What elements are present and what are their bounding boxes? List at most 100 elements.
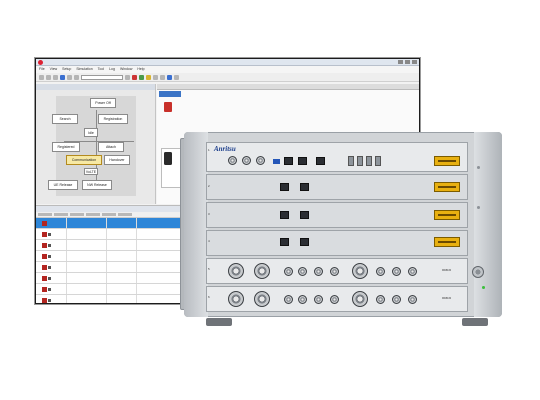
column-divider — [66, 284, 67, 294]
coax-connector[interactable] — [228, 156, 237, 165]
toolbar-button[interactable] — [67, 74, 72, 80]
flow-node-power-off[interactable]: Power Off — [90, 98, 116, 108]
stop-icon[interactable] — [132, 74, 137, 80]
rf-connector[interactable] — [254, 263, 270, 279]
phone-icon — [164, 152, 172, 165]
flow-node-handover[interactable]: Handover — [104, 155, 130, 165]
rf-connector[interactable] — [352, 263, 368, 279]
lan-port[interactable] — [316, 157, 325, 165]
coax-connector[interactable] — [242, 156, 251, 165]
ue-status-icon — [164, 102, 172, 112]
rf-connector[interactable] — [228, 291, 244, 307]
toolbar-button[interactable] — [167, 74, 172, 80]
toolbar-button[interactable] — [146, 74, 151, 80]
lan-port[interactable] — [300, 211, 309, 219]
rf-connector[interactable] — [352, 291, 368, 307]
coax-connector[interactable] — [314, 267, 323, 276]
title-bar — [36, 59, 419, 66]
lan-port[interactable] — [298, 157, 307, 165]
menu-help[interactable]: Help — [137, 66, 144, 73]
coax-connector[interactable] — [330, 267, 339, 276]
coax-connector[interactable] — [376, 267, 385, 276]
lan-port[interactable] — [280, 211, 289, 219]
coax-connector[interactable] — [408, 267, 417, 276]
column-divider — [106, 240, 107, 250]
slot-number: 6 — [208, 295, 210, 299]
column-divider — [136, 240, 137, 250]
toolbar-button[interactable] — [74, 74, 79, 80]
coax-connector[interactable] — [284, 267, 293, 276]
signalling-tester-instrument: Anritsu 1 2 3 4 MD8430 5 MD8430 6 — [180, 126, 510, 326]
lan-port[interactable] — [280, 183, 289, 191]
rf-connector[interactable] — [254, 291, 270, 307]
coax-connector[interactable] — [298, 267, 307, 276]
coax-connector[interactable] — [408, 295, 417, 304]
menu-setup[interactable]: Setup — [62, 66, 71, 73]
flow-node-search[interactable]: Search — [52, 114, 78, 124]
instrument-foot — [462, 318, 488, 326]
log-tool-button[interactable] — [102, 213, 116, 216]
log-tool-button[interactable] — [54, 213, 68, 216]
status-display — [434, 210, 460, 220]
flow-node-volte[interactable]: VoLTE — [84, 168, 98, 175]
log-tool-button[interactable] — [38, 213, 52, 216]
flow-node-registration[interactable]: Registration — [98, 114, 128, 124]
toolbar-button[interactable] — [53, 74, 58, 80]
column-divider — [106, 273, 107, 283]
lan-port[interactable] — [300, 183, 309, 191]
lan-port[interactable] — [284, 157, 293, 165]
coax-connector[interactable] — [392, 267, 401, 276]
log-tool-button[interactable] — [70, 213, 84, 216]
menu-window[interactable]: Window — [120, 66, 132, 73]
flow-node-registered[interactable]: Registered — [52, 142, 80, 152]
coax-connector[interactable] — [298, 295, 307, 304]
toolbar-button[interactable] — [153, 74, 158, 80]
flow-node-nw-release[interactable]: NW Release — [82, 180, 112, 190]
power-knob[interactable] — [472, 266, 484, 278]
column-divider — [136, 284, 137, 294]
coax-connector[interactable] — [256, 156, 265, 165]
coax-connector[interactable] — [314, 295, 323, 304]
usb3-port[interactable] — [273, 159, 280, 164]
usb-port[interactable] — [366, 156, 372, 166]
close-icon[interactable] — [412, 60, 417, 64]
log-tool-button[interactable] — [86, 213, 100, 216]
toolbar-button[interactable] — [160, 74, 165, 80]
menu-file[interactable]: File — [39, 66, 45, 73]
flow-node-attach[interactable]: Attach — [98, 142, 124, 152]
column-divider — [136, 262, 137, 272]
toolbar-button[interactable] — [174, 74, 179, 80]
column-divider — [66, 229, 67, 239]
flow-node-idle[interactable]: Idle — [84, 128, 98, 137]
tab-active[interactable] — [159, 91, 181, 97]
lan-port[interactable] — [300, 238, 309, 246]
lan-port[interactable] — [280, 238, 289, 246]
module-label: MD8430 — [442, 297, 452, 300]
coax-connector[interactable] — [284, 295, 293, 304]
toolbar-button[interactable] — [60, 74, 65, 80]
toolbar-button[interactable] — [46, 74, 51, 80]
log-tool-button[interactable] — [118, 213, 132, 216]
flow-node-ue-release[interactable]: UE Release — [48, 180, 78, 190]
coax-connector[interactable] — [330, 295, 339, 304]
column-divider — [66, 295, 67, 303]
menu-simulation[interactable]: Simulation — [76, 66, 92, 73]
flow-node-communication[interactable]: Communication — [66, 155, 102, 165]
direction-icon — [48, 266, 51, 269]
rf-connector[interactable] — [228, 263, 244, 279]
coax-connector[interactable] — [376, 295, 385, 304]
coax-connector[interactable] — [392, 295, 401, 304]
maximize-icon[interactable] — [405, 60, 410, 64]
toolbar-button[interactable] — [39, 74, 44, 80]
menu-tool[interactable]: Tool — [98, 66, 104, 73]
menu-log[interactable]: Log — [109, 66, 115, 73]
toolbar-select[interactable] — [81, 74, 123, 80]
usb-port[interactable] — [348, 156, 354, 166]
minimize-icon[interactable] — [398, 60, 403, 64]
usb-port[interactable] — [357, 156, 363, 166]
toolbar-button[interactable] — [125, 74, 130, 80]
column-divider — [136, 295, 137, 303]
menu-view[interactable]: View — [50, 66, 58, 73]
run-icon[interactable] — [139, 74, 144, 80]
usb-port[interactable] — [375, 156, 381, 166]
